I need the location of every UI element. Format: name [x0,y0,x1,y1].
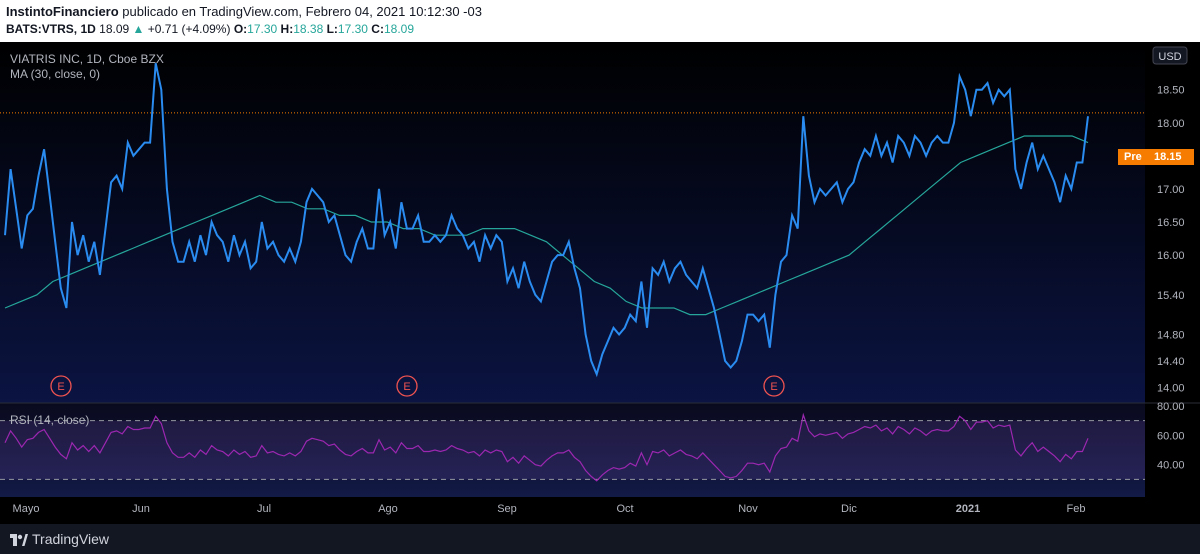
time-tick-label: Feb [1067,503,1086,515]
ma-legend[interactable]: MA (30, close, 0) [10,67,100,81]
price-tick-label: 14.80 [1157,330,1185,342]
high-value: 18.38 [293,22,324,36]
open-value: 17.30 [247,22,278,36]
rsi-tick-label: 60.00 [1157,430,1185,442]
earnings-label: E [770,381,777,393]
published-text: publicado en TradingView.com, Febrero 04… [122,4,482,19]
price-scale[interactable] [1145,42,1200,524]
pre-label: Pre [1124,151,1142,163]
price-tick-label: 16.50 [1157,217,1185,229]
close-value: 18.09 [383,22,414,36]
rsi-band [0,420,1145,480]
currency-label: USD [1158,51,1181,63]
footer-bar: TradingView [0,524,1200,554]
time-tick-label: Jun [132,503,150,515]
price-tick-label: 18.00 [1157,118,1185,130]
time-tick-label: Nov [738,503,758,515]
up-arrow-icon: ▲ [132,22,145,36]
author-name[interactable]: InstintoFinanciero [6,4,119,19]
last-price: 18.09 [99,22,130,36]
main-pane[interactable] [0,42,1145,403]
time-tick-label: Sep [497,503,517,515]
symbol-legend: VIATRIS INC, 1D, Cboe BZX [10,52,164,66]
rsi-tick-label: 40.00 [1157,460,1185,472]
high-label: H: [280,22,294,36]
time-tick-label: 2021 [956,503,980,515]
price-change: +0.71 (+4.09%) [147,22,231,36]
tradingview-icon [10,534,28,547]
symbol-label: BATS:VTRS, 1D [6,22,96,36]
chart-area[interactable]: EEE 19.0018.5018.0017.5017.0016.5016.001… [0,42,1200,524]
ohlc-line: BATS:VTRS, 1D 18.09 ▲ +0.71 (+4.09%) O:1… [6,22,414,36]
open-label: O: [233,22,248,36]
time-scale[interactable] [0,497,1200,524]
price-tick-label: 16.00 [1157,250,1185,262]
price-tick-label: 14.00 [1157,382,1185,394]
price-tick-label: 17.00 [1157,184,1185,196]
low-label: L: [326,22,338,36]
rsi-legend[interactable]: RSI (14, close) [10,413,89,427]
low-value: 17.30 [337,22,368,36]
pre-market-tag: Pre 18.15 [1118,149,1194,165]
price-tick-label: 14.40 [1157,356,1185,368]
time-tick-label: Oct [616,503,633,515]
time-tick-label: Mayo [13,503,40,515]
tradingview-brand: TradingView [32,531,110,547]
time-tick-label: Jul [257,503,271,515]
earnings-label: E [57,381,64,393]
time-tick-label: Dic [841,503,857,515]
tradingview-logo[interactable]: TradingView [10,531,109,547]
pre-value: 18.15 [1154,151,1182,163]
price-tick-label: 18.50 [1157,85,1185,97]
publish-line: InstintoFinanciero publicado en TradingV… [6,4,482,19]
rsi-tick-label: 80.00 [1157,401,1185,413]
price-tick-label: 15.40 [1157,290,1185,302]
time-tick-label: Ago [378,503,398,515]
earnings-label: E [403,381,410,393]
price-chart-svg[interactable]: EEE 19.0018.5018.0017.5017.0016.5016.001… [0,42,1200,524]
chart-header: InstintoFinanciero publicado en TradingV… [0,0,1200,42]
close-label: C: [371,22,384,36]
